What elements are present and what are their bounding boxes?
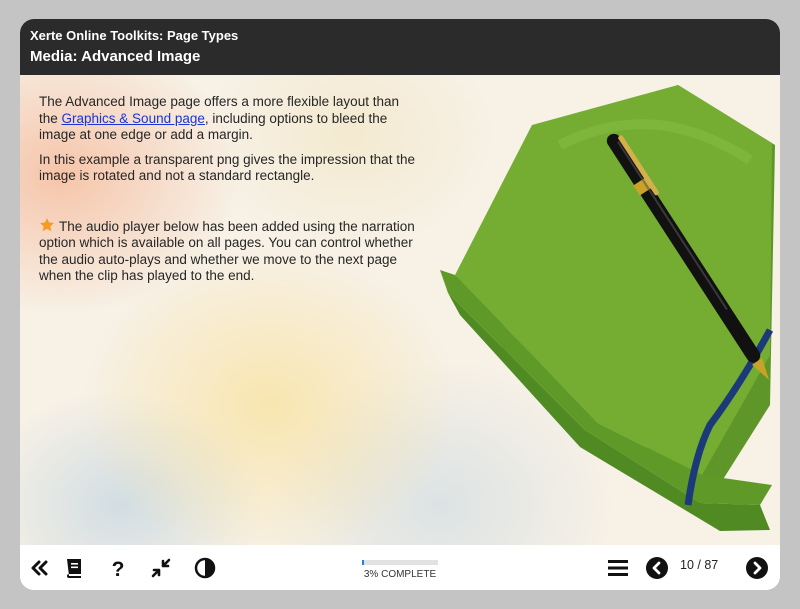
arrow-right-circle-icon[interactable] xyxy=(745,556,769,580)
page-title: Media: Advanced Image xyxy=(30,48,201,65)
audio-paragraph: The audio player below has been added us… xyxy=(39,217,419,285)
intro-paragraph: The Advanced Image page offers a more fl… xyxy=(39,94,419,144)
project-title: Xerte Online Toolkits: Page Types xyxy=(30,28,239,43)
footer-toolbar: ? 3% COMPLETE 10 / 87 xyxy=(20,545,780,590)
audio-text: The audio player below has been added us… xyxy=(39,218,415,284)
progress-bar xyxy=(362,560,438,565)
collapse-arrows-icon[interactable] xyxy=(149,556,173,580)
text-column: The Advanced Image page offers a more fl… xyxy=(39,94,419,293)
app-frame: Xerte Online Toolkits: Page Types Media:… xyxy=(20,19,780,590)
arrow-left-circle-icon[interactable] xyxy=(645,556,669,580)
book-icon[interactable] xyxy=(62,556,86,580)
progress-label: 3% COMPLETE xyxy=(363,569,437,580)
page-indicator: 10 / 87 xyxy=(680,558,719,572)
progress-fill xyxy=(362,560,365,565)
header-bar: Xerte Online Toolkits: Page Types Media:… xyxy=(20,19,780,75)
double-chevron-left-icon[interactable] xyxy=(28,556,52,580)
graphics-sound-link[interactable]: Graphics & Sound page xyxy=(62,111,205,126)
help-icon[interactable]: ? xyxy=(106,556,130,580)
green-folder-image xyxy=(440,85,775,531)
menu-icon[interactable] xyxy=(606,556,630,580)
progress-indicator: 3% COMPLETE xyxy=(362,560,438,580)
star-icon xyxy=(39,217,55,233)
page-content: The Advanced Image page offers a more fl… xyxy=(20,75,780,545)
png-paragraph: In this example a transparent png gives … xyxy=(39,151,415,184)
contrast-icon[interactable] xyxy=(193,556,217,580)
svg-text:?: ? xyxy=(112,558,125,580)
